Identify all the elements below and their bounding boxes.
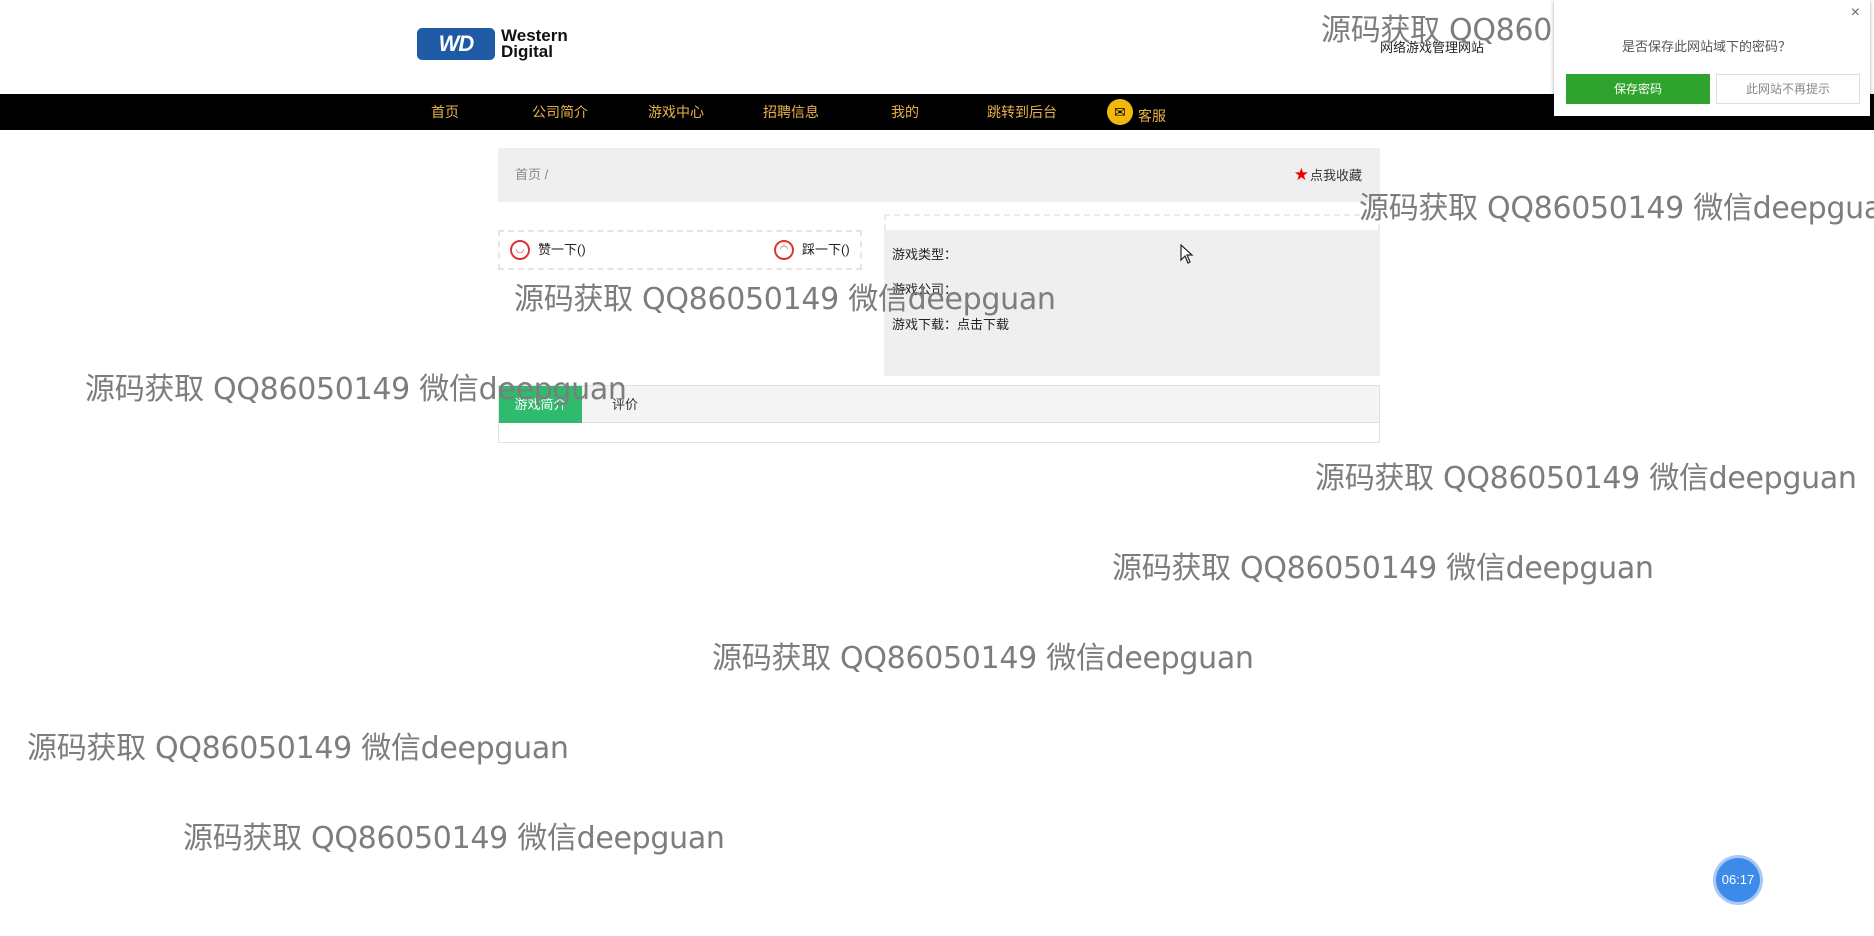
game-type: 游戏类型： <box>892 247 958 262</box>
watermark: 源码获取 QQ86050149 微信deepguan <box>1315 461 1857 496</box>
nav-customer-service[interactable]: 客服 <box>1138 98 1166 134</box>
favorite-button[interactable]: ★点我收藏 <box>1294 148 1362 203</box>
sad-icon: ◠ <box>774 240 794 260</box>
smile-icon: ◡ <box>510 240 530 260</box>
info-box-border <box>884 214 1380 230</box>
save-password-prompt: × 是否保存此网站域下的密码？ 保存密码 此网站不再提示 <box>1554 0 1870 116</box>
watermark: 源码获取 QQ86050149 微信deepguan <box>712 641 1254 676</box>
nav-mine[interactable]: 我的 <box>891 94 919 130</box>
save-password-button[interactable]: 保存密码 <box>1566 74 1710 104</box>
logo[interactable]: WD Western Digital <box>417 27 568 61</box>
like-button[interactable]: ◡ 赞一下() <box>510 232 586 268</box>
watermark: 源码获取 QQ86050149 微信deepguan <box>514 282 1056 317</box>
close-icon[interactable]: × <box>1851 4 1860 22</box>
wechat-icon[interactable]: ✉ <box>1107 99 1133 125</box>
nav-recruitment[interactable]: 招聘信息 <box>763 94 819 130</box>
watermark: 源码获取 QQ86050149 微信deepguan <box>1112 551 1654 586</box>
favorite-label: 点我收藏 <box>1309 168 1362 183</box>
star-icon: ★ <box>1293 165 1309 184</box>
watermark: 源码获取 QQ86050149 微信deepguan <box>27 731 569 766</box>
vote-box: ◡ 赞一下() ◠ 踩一下() <box>498 230 862 270</box>
watermark: 源码获取 QQ86050149 微信deepguan <box>1359 191 1874 226</box>
dislike-button[interactable]: ◠ 踩一下() <box>774 232 850 268</box>
logo-badge: WD <box>417 28 495 60</box>
nav-home[interactable]: 首页 <box>431 94 459 130</box>
save-password-question: 是否保存此网站域下的密码？ <box>1622 39 1792 54</box>
nav-game-center[interactable]: 游戏中心 <box>648 94 704 130</box>
nav-admin[interactable]: 跳转到后台 <box>987 94 1057 130</box>
mouse-cursor-icon <box>1180 244 1194 264</box>
nav-company-intro[interactable]: 公司简介 <box>532 94 588 130</box>
like-label: 赞一下() <box>538 242 586 257</box>
breadcrumb[interactable]: 首页 / <box>515 148 548 202</box>
timer-bubble[interactable]: 06:17 <box>1716 858 1760 902</box>
logo-text: Western Digital <box>501 27 568 61</box>
watermark: 源码获取 QQ86050149 微信deepguan <box>85 372 627 407</box>
tab-content <box>498 423 1380 443</box>
tab-bar: 游戏简介 评价 <box>498 385 1380 423</box>
never-for-site-button[interactable]: 此网站不再提示 <box>1716 74 1860 104</box>
dislike-label: 踩一下() <box>802 242 850 257</box>
breadcrumb-bar: 首页 / ★点我收藏 <box>498 148 1380 202</box>
logo-line-2: Digital <box>501 42 553 61</box>
watermark: 源码获取 QQ86050149 微信deepguan <box>183 821 725 856</box>
